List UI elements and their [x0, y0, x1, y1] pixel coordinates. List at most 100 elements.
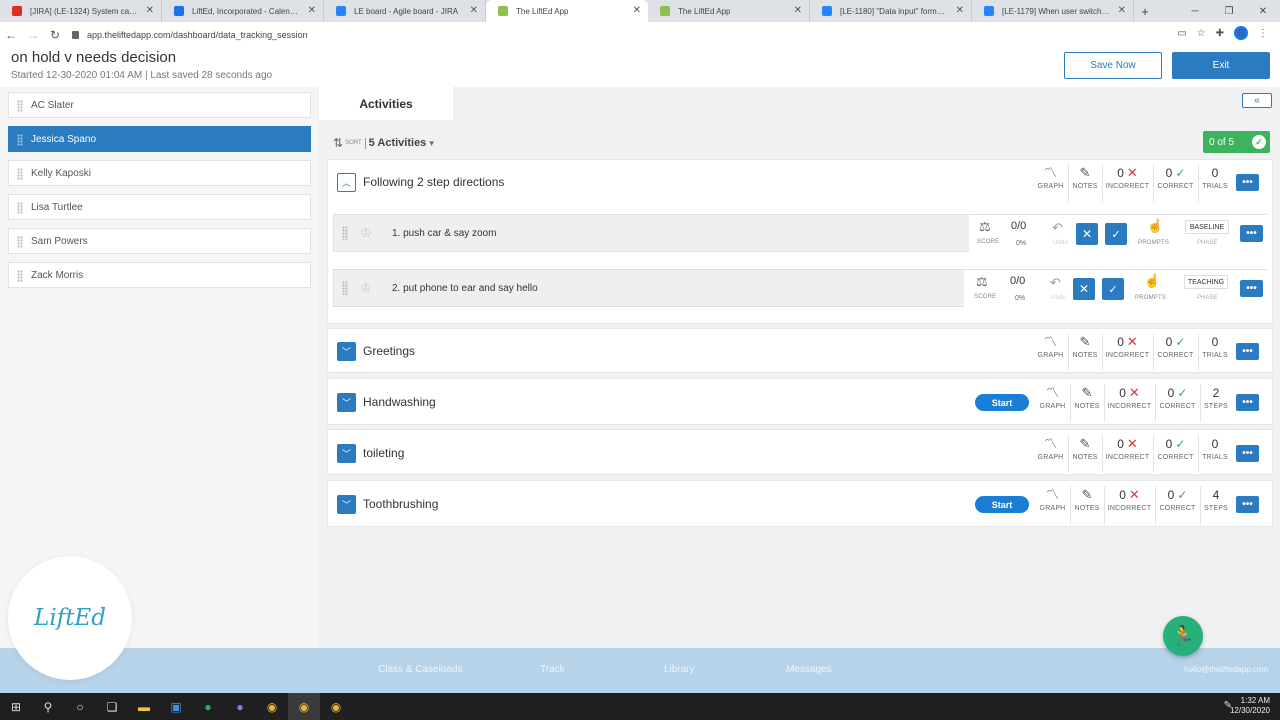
more-options-button[interactable]: ••• [1236, 496, 1259, 513]
mark-correct-button[interactable]: ✓ [1105, 223, 1127, 245]
profile-avatar[interactable]: B [1234, 26, 1248, 40]
close-icon[interactable]: ✕ [633, 5, 641, 16]
expand-toggle-icon[interactable]: ﹀ [337, 444, 356, 463]
spotify-icon[interactable]: ● [192, 693, 224, 720]
browser-tab[interactable]: [JIRA] (LE-1324) System can't sa ✕ [0, 0, 162, 22]
drag-handle-icon[interactable] [17, 236, 23, 248]
exit-button[interactable]: Exit [1172, 52, 1270, 79]
mark-incorrect-button[interactable]: ✕ [1076, 223, 1098, 245]
footer-nav-messages[interactable]: Messages [786, 664, 832, 675]
more-options-button[interactable]: ••• [1236, 445, 1259, 462]
graph-button[interactable]: 〽 GRAPH [1036, 384, 1069, 422]
minimize-icon[interactable]: ─ [1178, 0, 1212, 22]
expand-toggle-icon[interactable]: ﹀ [337, 393, 356, 412]
drag-handle-icon[interactable] [342, 281, 348, 295]
messenger-icon[interactable]: ● [224, 693, 256, 720]
menu-icon[interactable]: ⋮ [1258, 28, 1268, 39]
student-item-active[interactable]: Jessica Spano [8, 126, 311, 152]
student-item[interactable]: Kelly Kaposki [8, 160, 311, 186]
footer-email[interactable]: hello@theliftedapp.com [1184, 665, 1268, 674]
close-icon[interactable]: ✕ [1118, 5, 1126, 16]
prompts-icon[interactable]: ☝ [1144, 273, 1160, 289]
expand-toggle-icon[interactable]: ﹀ [337, 342, 356, 361]
browser-tab[interactable]: [LE-1180] "Data input" format a ✕ [810, 0, 972, 22]
sort-icon[interactable]: ⇅ [333, 136, 343, 150]
phase-badge[interactable]: BASELINE [1185, 220, 1229, 234]
search-icon[interactable]: ⚲ [32, 693, 64, 720]
student-item[interactable]: Zack Morris [8, 262, 311, 288]
drag-handle-icon[interactable] [17, 100, 23, 112]
browser-tab[interactable]: [LE-1179] When user switching T ✕ [972, 0, 1134, 22]
chevron-down-icon[interactable]: ▾ [429, 138, 434, 149]
footer-nav-library[interactable]: Library [664, 664, 695, 675]
graph-button[interactable]: 〽 GRAPH [1034, 333, 1067, 371]
close-window-icon[interactable]: ✕ [1246, 0, 1280, 22]
notes-button[interactable]: ✎ NOTES [1070, 384, 1103, 422]
footer-nav-track[interactable]: Track [540, 664, 565, 675]
collapse-toggle-icon[interactable]: ︿ [337, 173, 356, 192]
cortana-icon[interactable]: ○ [64, 693, 96, 720]
close-icon[interactable]: ✕ [470, 5, 478, 16]
more-options-button[interactable]: ••• [1236, 174, 1259, 191]
more-options-button[interactable]: ••• [1236, 394, 1259, 411]
new-tab-icon[interactable]: + [1134, 0, 1156, 22]
close-icon[interactable]: ✕ [308, 5, 316, 16]
chrome-icon[interactable]: ◉ [288, 693, 320, 720]
taskbar-clock[interactable]: 1:32 AM 12/30/2020 [1230, 696, 1270, 716]
graph-button[interactable]: 〽 GRAPH [1034, 435, 1067, 473]
browser-tab[interactable]: LiftEd, Incorporated - Calendar - ✕ [162, 0, 324, 22]
chrome-icon[interactable]: ◉ [256, 693, 288, 720]
notes-button[interactable]: ✎ NOTES [1068, 164, 1101, 202]
close-icon[interactable]: ✕ [956, 5, 964, 16]
drag-handle-icon[interactable] [17, 202, 23, 214]
more-options-button[interactable]: ••• [1240, 225, 1263, 242]
running-person-fab-icon[interactable]: 🏃 [1163, 616, 1203, 656]
graph-button[interactable]: 〽 GRAPH [1034, 164, 1067, 202]
start-button[interactable]: Start [975, 496, 1029, 513]
footer-nav-classes[interactable]: Class & Caseloads [378, 664, 462, 675]
graph-button[interactable]: 〽 GRAPH [1036, 486, 1069, 524]
undo-icon[interactable]: ↶ [1050, 275, 1061, 291]
browser-tab[interactable]: The LiftEd App ✕ [648, 0, 810, 22]
mark-correct-button[interactable]: ✓ [1102, 278, 1124, 300]
word-icon[interactable]: ▣ [160, 693, 192, 720]
more-options-button[interactable]: ••• [1236, 343, 1259, 360]
chrome-icon[interactable]: ◉ [320, 693, 352, 720]
sort-control[interactable]: ⇅ SORT 5 Activities ▾ [333, 136, 434, 150]
cast-icon[interactable]: ▭ [1177, 28, 1186, 39]
browser-tab[interactable]: LE board - Agile board - JIRA ✕ [324, 0, 486, 22]
windows-start-icon[interactable]: ⊞ [0, 693, 32, 720]
task-view-icon[interactable]: ❏ [96, 693, 128, 720]
start-button[interactable]: Start [975, 394, 1029, 411]
file-explorer-icon[interactable]: ▬ [128, 693, 160, 720]
phase-badge[interactable]: TEACHING [1184, 275, 1228, 289]
collapse-panel-button[interactable]: « [1242, 93, 1272, 108]
undo-icon[interactable]: ↶ [1052, 220, 1063, 236]
drag-handle-icon[interactable] [342, 226, 348, 240]
notes-button[interactable]: ✎ NOTES [1068, 333, 1101, 371]
expand-toggle-icon[interactable]: ﹀ [337, 495, 356, 514]
notes-button[interactable]: ✎ NOTES [1070, 486, 1103, 524]
drag-handle-icon[interactable] [17, 168, 23, 180]
maximize-icon[interactable]: ❐ [1212, 0, 1246, 22]
more-options-button[interactable]: ••• [1240, 280, 1263, 297]
student-item[interactable]: Sam Powers [8, 228, 311, 254]
student-item[interactable]: Lisa Turtlee [8, 194, 311, 220]
tab-activities[interactable]: Activities [319, 87, 453, 120]
bookmark-star-icon[interactable]: ☆ [1197, 28, 1206, 39]
notes-button[interactable]: ✎ NOTES [1068, 435, 1101, 473]
prompts-icon[interactable]: ☝ [1147, 218, 1163, 234]
drag-handle-icon[interactable] [17, 270, 23, 282]
student-item[interactable]: AC Slater [8, 92, 311, 118]
mark-incorrect-button[interactable]: ✕ [1073, 278, 1095, 300]
back-icon[interactable]: ← [0, 23, 22, 47]
forward-icon[interactable]: → [22, 23, 44, 47]
activity-count[interactable]: 5 Activities [369, 137, 427, 149]
extensions-icon[interactable]: ✚ [1216, 28, 1224, 39]
reload-icon[interactable]: ↻ [44, 23, 66, 47]
drag-handle-icon[interactable] [17, 134, 23, 146]
save-now-button[interactable]: Save Now [1064, 52, 1162, 79]
browser-tab-active[interactable]: The LiftEd App ✕ [486, 0, 648, 22]
close-icon[interactable]: ✕ [794, 5, 802, 16]
url-field[interactable]: app.theliftedapp.com/dashboard/data_trac… [72, 30, 308, 40]
